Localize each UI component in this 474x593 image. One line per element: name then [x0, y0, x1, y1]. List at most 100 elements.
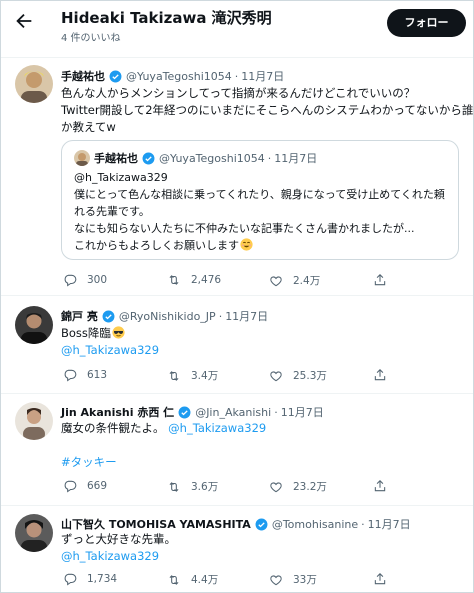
tweet-header: Jin Akanishi 赤西 仁 @Jin_Akanishi · 11月7日	[61, 404, 324, 420]
quote-text-line: @h_Takizawa329	[74, 171, 168, 184]
reply-action[interactable]: 669	[63, 479, 107, 493]
retweet-icon	[169, 481, 179, 492]
quote-text-line-end: これからもよろしくお願いします	[74, 239, 239, 252]
avatar[interactable]	[15, 65, 53, 103]
handle[interactable]: @Jin_Akanishi	[195, 406, 271, 419]
reply-action[interactable]: 300	[63, 273, 107, 287]
like-count: 2.4万	[293, 275, 321, 287]
handle: @YuyaTegoshi1054	[159, 151, 265, 165]
retweet-action[interactable]: 3.6万	[167, 479, 218, 494]
reply-action[interactable]: 613	[63, 368, 107, 382]
share-icon	[374, 369, 386, 381]
retweet-count: 4.4万	[191, 574, 219, 586]
share-icon	[374, 480, 386, 492]
sunglasses-face-emoji-icon	[112, 326, 125, 339]
retweet-action[interactable]: 3.4万	[167, 368, 218, 383]
tweet[interactable]: 手越祐也 @YuyaTegoshi1054 · 11月7日 色んな人からメンショ…	[1, 57, 473, 295]
timestamp[interactable]: 11月7日	[368, 516, 411, 532]
page-header: Hideaki Takizawa 滝沢秀明 4 件のいいね フォロー	[1, 1, 473, 55]
handle[interactable]: @YuyaTegoshi1054	[126, 70, 232, 83]
display-name[interactable]: Jin Akanishi 赤西 仁	[61, 404, 174, 420]
tweet-text-line: 魔女の条件観たよ。 @h_Takizawa329	[61, 420, 266, 437]
reply-icon	[64, 480, 77, 493]
tweet-text: ずっと大好きな先輩。 @h_Takizawa329	[61, 531, 176, 565]
retweet-count: 3.4万	[191, 370, 219, 382]
tweet-header: 手越祐也 @YuyaTegoshi1054 · 11月7日	[61, 68, 284, 84]
heart-icon	[270, 481, 282, 492]
tweet[interactable]: Jin Akanishi 赤西 仁 @Jin_Akanishi · 11月7日 …	[1, 393, 473, 505]
timestamp[interactable]: 11月7日	[225, 308, 268, 324]
tweet-actions: 1,734 4.4万 33万	[61, 572, 461, 588]
display-name[interactable]: 手越祐也	[61, 68, 105, 84]
tweet-actions: 613 3.4万 25.3万	[61, 368, 461, 384]
verified-badge-icon	[178, 406, 191, 419]
retweet-count: 2,476	[191, 274, 222, 286]
likes-count: 4 件のいいね	[61, 33, 121, 44]
quote-text-line: れる先輩です。	[74, 205, 150, 218]
avatar	[74, 150, 90, 166]
quoted-tweet[interactable]: 手越祐也 @YuyaTegoshi1054 · 11月7日 @h_Takizaw…	[61, 140, 459, 260]
tweet[interactable]: 山下智久 TOMOHISA YAMASHITA @Tomohisanine · …	[1, 505, 473, 592]
reply-action[interactable]: 1,734	[63, 572, 117, 586]
tweet-actions: 669 3.6万 23.2万	[61, 479, 461, 495]
separator: ·	[361, 517, 365, 531]
tweet-text-line: 色んな人からメンションしてって指摘が来るんだけどこれでいいの？	[61, 86, 416, 100]
verified-badge-icon	[255, 518, 268, 531]
handle[interactable]: @RyoNishikido_JP	[119, 310, 216, 323]
like-action[interactable]: 2.4万	[269, 273, 320, 288]
follow-button[interactable]: フォロー	[387, 9, 466, 37]
display-name: 手越祐也	[94, 152, 138, 165]
mention-link[interactable]: @h_Takizawa329	[168, 421, 266, 435]
avatar[interactable]	[15, 514, 53, 552]
quote-text-line: これからもよろしくお願いします	[74, 237, 445, 254]
quote-text-line: なにも知らない人たちに不仲みたいな記事たくさん書かれましたが...	[74, 222, 415, 235]
avatar[interactable]	[15, 306, 53, 344]
mention-link[interactable]: @h_Takizawa329	[61, 342, 159, 359]
profile-likes-page: Hideaki Takizawa 滝沢秀明 4 件のいいね フォロー 手越祐也 …	[0, 0, 474, 593]
quote-text-line: 僕にとって色んな相談に乗ってくれたり、親身になって受け止めてくれた頼	[74, 188, 445, 201]
retweet-action[interactable]: 4.4万	[167, 572, 218, 587]
handle[interactable]: @Tomohisanine	[272, 518, 358, 531]
reply-icon	[64, 369, 77, 382]
quote-header: 手越祐也 @YuyaTegoshi1054 · 11月7日	[94, 150, 317, 166]
like-action[interactable]: 23.2万	[269, 479, 327, 494]
reply-count: 613	[87, 369, 108, 381]
retweet-action[interactable]: 2,476	[167, 273, 221, 287]
display-name[interactable]: 山下智久 TOMOHISA YAMASHITA	[61, 516, 251, 532]
back-arrow-icon[interactable]	[13, 10, 35, 32]
profile-name: Hideaki Takizawa 滝沢秀明	[61, 9, 272, 27]
reply-icon	[64, 274, 77, 287]
separator: ·	[267, 151, 272, 165]
verified-badge-icon	[102, 310, 115, 323]
heart-icon	[270, 275, 282, 286]
avatar[interactable]	[15, 402, 53, 440]
timestamp[interactable]: 11月7日	[281, 404, 324, 420]
like-action[interactable]: 25.3万	[269, 368, 327, 383]
separator: ·	[234, 69, 239, 83]
reply-icon	[64, 573, 77, 586]
tweet[interactable]: 錦戸 亮 @RyoNishikido_JP · 11月7日 Boss降臨 @h_…	[1, 295, 473, 393]
share-action[interactable]	[373, 368, 397, 382]
share-action[interactable]	[373, 479, 397, 493]
tweet-actions: 300 2,476 2.4万	[61, 273, 461, 289]
tweet-text: 色んな人からメンションしてって指摘が来るんだけどこれでいいの？ Twitter開…	[61, 85, 473, 136]
verified-badge-icon	[109, 70, 122, 83]
tweet-text-line: か教えてw	[61, 120, 116, 134]
like-count: 25.3万	[293, 370, 327, 382]
separator: ·	[218, 309, 223, 323]
quote-text: @h_Takizawa329 僕にとって色んな相談に乗ってくれたり、親身になって…	[74, 169, 445, 254]
hashtag-link[interactable]: #タッキー	[61, 454, 266, 471]
share-action[interactable]	[373, 273, 397, 287]
heart-icon	[270, 574, 282, 585]
share-action[interactable]	[373, 572, 397, 586]
like-count: 33万	[293, 574, 317, 586]
separator: ·	[274, 405, 278, 419]
tweet-text-line: ずっと大好きな先輩。	[61, 532, 176, 546]
display-name[interactable]: 錦戸 亮	[61, 308, 98, 324]
mention-link[interactable]: @h_Takizawa329	[61, 548, 176, 565]
timestamp: 11月7日	[274, 152, 318, 165]
timestamp[interactable]: 11月7日	[241, 68, 284, 84]
tweet-header: 錦戸 亮 @RyoNishikido_JP · 11月7日	[61, 308, 268, 324]
like-action[interactable]: 33万	[269, 572, 317, 587]
